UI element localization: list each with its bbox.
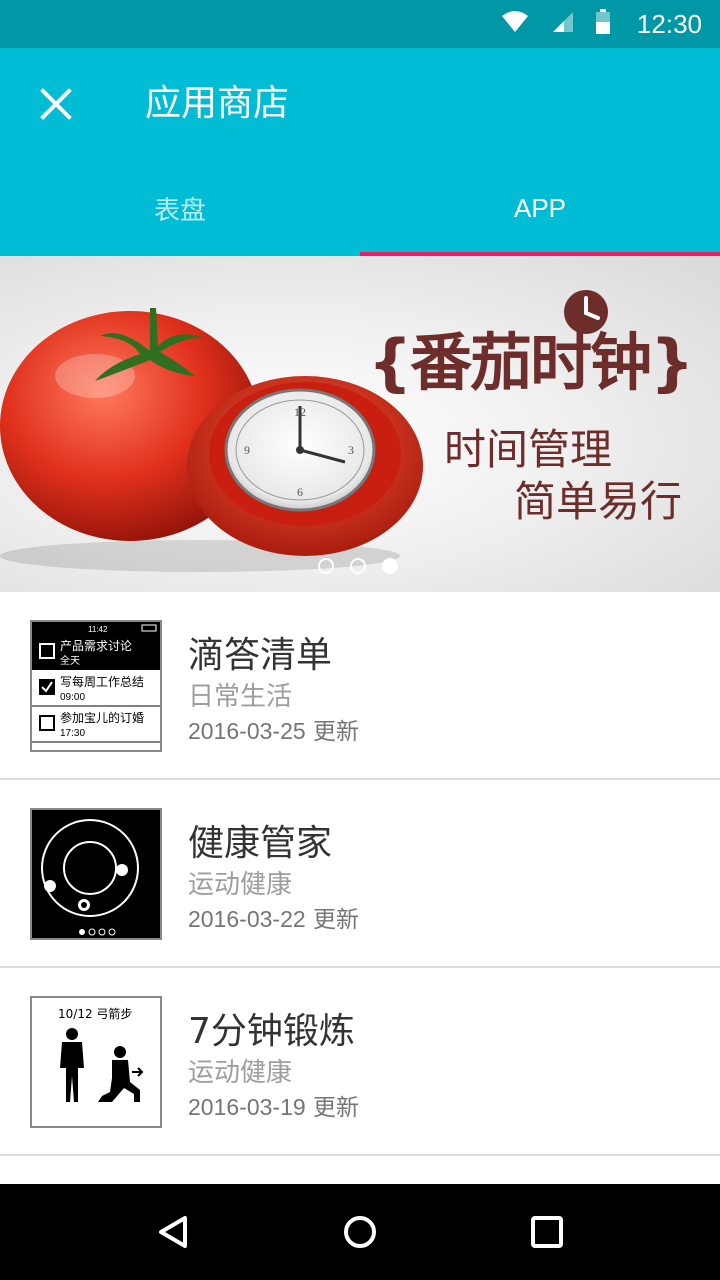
update-label: 更新 (312, 907, 359, 933)
person-standing-icon (60, 1028, 84, 1102)
thumb-task-title: 参加宝儿的订婚 (60, 710, 144, 725)
recents-button[interactable] (507, 1192, 587, 1272)
page-title: 应用商店 (145, 83, 290, 124)
person-lunge-icon (98, 1046, 140, 1102)
banner-page-indicator (318, 558, 398, 574)
clock-time: 12:30 (636, 8, 702, 39)
tab-label: APP (513, 192, 567, 223)
thumb-task-title: 写每周工作总结 (60, 674, 144, 689)
date-value: 2016-03-25 (188, 718, 306, 744)
app-update-date: 2016-03-19 更新 (188, 1088, 359, 1122)
tab-label: 表盘 (153, 195, 206, 226)
app-thumbnail: 10/12 弓箭步 (30, 996, 162, 1128)
app-category: 运动健康 (188, 870, 293, 900)
thumb-task-title: 产品需求讨论 (60, 639, 132, 653)
home-button[interactable] (320, 1192, 400, 1272)
thumb-time: 11:42 (88, 625, 108, 634)
system-nav-bar (0, 1184, 720, 1280)
list-item[interactable]: 11:42 产品需求讨论 全天 写每周工作总结 09:00 参加宝儿的订婚 17… (0, 592, 720, 780)
app-category: 运动健康 (188, 1058, 293, 1088)
date-value: 2016-03-19 (188, 1094, 306, 1120)
tab-bar: 表盘 APP (0, 160, 720, 256)
thumb-task-sub: 17:30 (60, 728, 85, 739)
app-name: 滴答清单 (188, 635, 333, 676)
svg-text:3: 3 (348, 443, 354, 457)
close-button[interactable] (22, 70, 90, 138)
app-bar: 应用商店 表盘 APP (0, 48, 720, 256)
app-list: 11:42 产品需求讨论 全天 写每周工作总结 09:00 参加宝儿的订婚 17… (0, 592, 720, 1156)
workout-screenshot: 10/12 弓箭步 (58, 1006, 144, 1102)
home-icon (343, 1216, 376, 1248)
banner-dot-2[interactable] (350, 558, 366, 574)
wifi-icon (501, 10, 529, 38)
tab-watchfaces[interactable]: 表盘 (0, 160, 360, 256)
update-label: 更新 (312, 1095, 359, 1121)
status-bar: 12:30 (0, 0, 720, 48)
svg-text:12: 12 (294, 405, 306, 419)
signal-icon (549, 10, 575, 38)
app-name: 7分钟锻炼 (188, 1011, 355, 1052)
back-icon (159, 1216, 188, 1248)
app-name: 健康管家 (188, 823, 333, 864)
date-value: 2016-03-22 (188, 906, 306, 932)
svg-text:9: 9 (244, 443, 250, 457)
back-button[interactable] (133, 1192, 213, 1272)
app-update-date: 2016-03-22 更新 (188, 900, 359, 934)
close-icon (40, 88, 72, 120)
list-item[interactable]: 健康管家 运动健康 2016-03-22 更新 (0, 780, 720, 968)
update-label: 更新 (312, 719, 359, 745)
thumb-task-sub: 09:00 (60, 692, 85, 703)
app-thumbnail (30, 808, 162, 940)
promo-banner[interactable]: 12 3 6 9 {番茄时钟} 时间管理 简单易行 (0, 256, 720, 592)
orbit-screenshot (41, 819, 139, 936)
todo-screenshot: 11:42 产品需求讨论 全天 写每周工作总结 09:00 参加宝儿的订婚 17… (32, 622, 160, 743)
banner-dot-3[interactable] (382, 558, 398, 574)
app-thumbnail: 11:42 产品需求讨论 全天 写每周工作总结 09:00 参加宝儿的订婚 17… (30, 620, 162, 752)
recents-icon (530, 1216, 563, 1248)
banner-title: {番茄时钟} (368, 326, 694, 399)
battery-icon (595, 9, 611, 39)
app-category: 日常生活 (188, 682, 293, 712)
thumb-caption: 10/12 弓箭步 (58, 1006, 132, 1021)
list-item[interactable]: 10/12 弓箭步 7分钟锻炼 运动健康 2016-03-19 更新 (0, 968, 720, 1156)
banner-subtitle-2: 简单易行 (514, 477, 683, 526)
svg-text:6: 6 (297, 485, 303, 499)
thumb-task-sub: 全天 (60, 654, 80, 667)
tab-app[interactable]: APP (360, 160, 720, 256)
app-update-date: 2016-03-25 更新 (188, 712, 359, 746)
banner-dot-1[interactable] (318, 558, 334, 574)
clock-icon: 12 3 6 9 (224, 388, 376, 512)
